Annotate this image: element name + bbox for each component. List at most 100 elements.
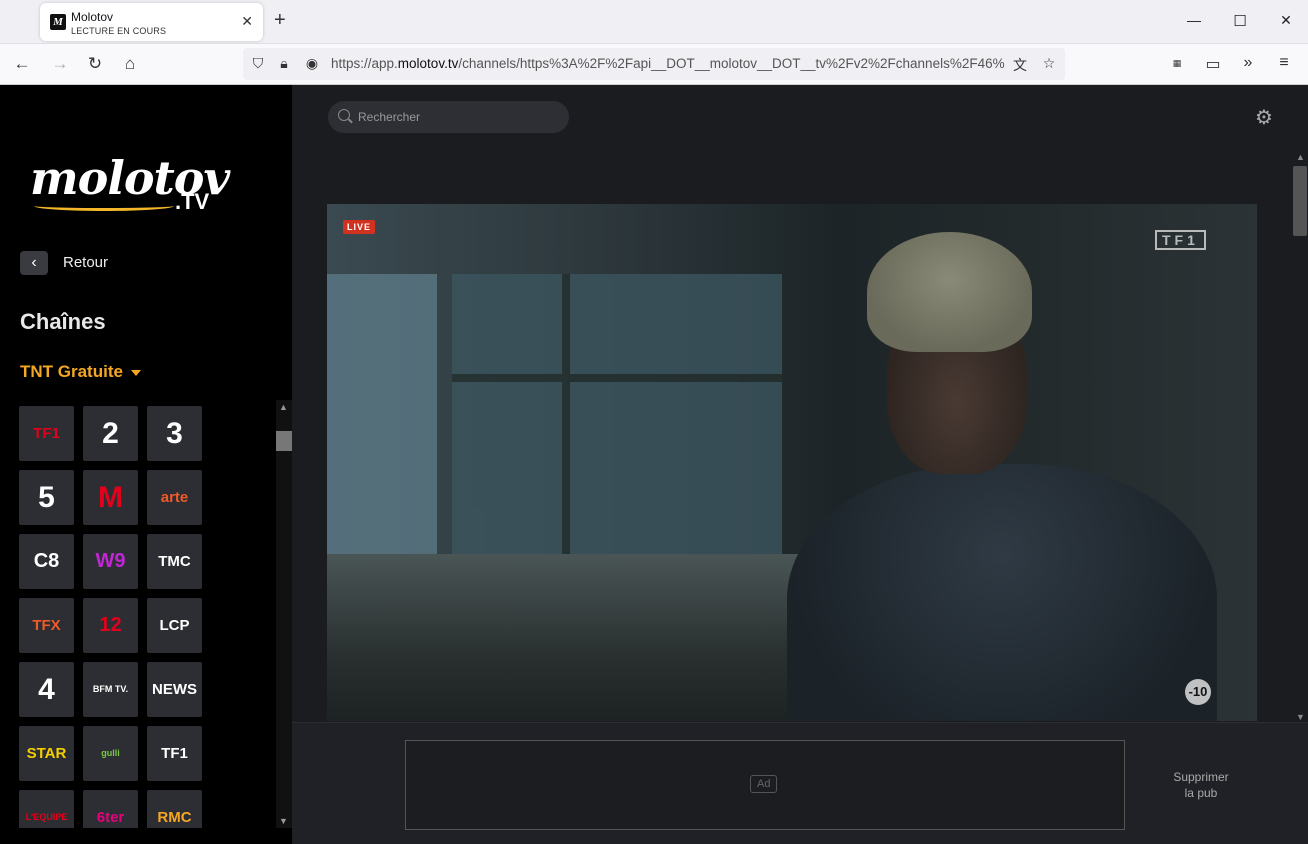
logo-tv-suffix: .TV: [175, 189, 210, 214]
remove-ad-line2: la pub: [1184, 786, 1218, 800]
channel-logo: TF1: [161, 744, 188, 762]
channel-tile[interactable]: 2: [83, 406, 138, 461]
channel-tile[interactable]: STAR: [19, 726, 74, 781]
shield-icon[interactable]: ⛉: [249, 55, 267, 72]
channel-tile[interactable]: TF1: [19, 406, 74, 461]
remove-ad-link[interactable]: Supprimer la pub: [1161, 769, 1241, 801]
channel-tile[interactable]: TMC: [147, 534, 202, 589]
channel-tile[interactable]: TFX: [19, 598, 74, 653]
age-rating-badge: -10: [1185, 679, 1211, 705]
channel-tile[interactable]: 4: [19, 662, 74, 717]
channel-logo: BFM TV.: [92, 683, 129, 694]
search-input[interactable]: Rechercher: [328, 101, 569, 133]
reload-icon[interactable]: ↻: [85, 54, 105, 74]
channel-tile[interactable]: W9: [83, 534, 138, 589]
close-tab-icon[interactable]: ✕: [241, 13, 253, 30]
overflow-chevron-icon[interactable]: »: [1237, 54, 1259, 72]
channel-tile[interactable]: TF1: [147, 726, 202, 781]
channel-grid: TF1 2 3 5 Marte C8 W9 TMC TFX 12 LCP 4 BFM TV. NEWS ST…: [19, 406, 269, 828]
channel-logo: TFX: [32, 616, 61, 634]
permissions-icon[interactable]: ◉: [303, 55, 321, 72]
channel-tile[interactable]: LCP: [147, 598, 202, 653]
molotov-favicon-icon: M: [50, 14, 66, 30]
search-icon: [338, 109, 350, 121]
category-dropdown[interactable]: TNT Gratuite: [20, 362, 141, 382]
channel-logo: RMC: [157, 808, 192, 826]
ad-tag: Ad: [750, 775, 778, 793]
extension-icon[interactable]: ▦: [1166, 58, 1188, 69]
channel-logo: L'EQUIPE: [25, 811, 68, 822]
channel-logo: LCP: [159, 616, 190, 634]
tab-title: Molotov: [71, 10, 114, 24]
home-icon[interactable]: ⌂: [120, 54, 140, 74]
channel-tile[interactable]: L'EQUIPE: [19, 790, 74, 828]
channel-logo: gulli: [101, 747, 120, 758]
search-placeholder: Rechercher: [358, 110, 421, 124]
scroll-up-icon[interactable]: ▲: [1296, 152, 1305, 162]
channel-logo: 5: [38, 480, 55, 514]
scrollbar-thumb[interactable]: [276, 431, 292, 451]
channel-logo: W9: [95, 550, 126, 572]
back-label[interactable]: Retour: [63, 254, 108, 271]
channel-logo: NEWS: [152, 680, 197, 698]
menu-hamburger-icon[interactable]: ≡: [1273, 54, 1295, 72]
channel-logo: C8: [33, 550, 60, 572]
channel-tile[interactable]: 6ter: [83, 790, 138, 828]
gear-icon[interactable]: ⚙: [1255, 105, 1273, 130]
tab-playing-status: LECTURE EN COURS: [71, 26, 167, 36]
channels-title: Chaînes: [20, 309, 106, 334]
ad-bar: Ad Supprimer la pub: [292, 722, 1308, 844]
sidebar: molotov .TV ‹ Retour Chaînes TNT Gratuit…: [0, 85, 292, 844]
logo-swoosh: [34, 201, 174, 211]
scroll-down-icon[interactable]: ▼: [1296, 712, 1305, 722]
browser-tab[interactable]: M Molotov LECTURE EN COURS ✕: [40, 3, 263, 41]
channel-tile[interactable]: RMC: [147, 790, 202, 828]
channel-tile[interactable]: arte: [147, 470, 202, 525]
lock-icon[interactable]: 🔒︎: [275, 55, 293, 72]
scroll-down-icon[interactable]: ▼: [279, 816, 288, 826]
channel-logo: 2: [102, 416, 119, 450]
chevron-left-icon: ‹: [31, 254, 37, 271]
minimize-icon[interactable]: —: [1184, 12, 1204, 28]
remove-ad-line1: Supprimer: [1173, 770, 1229, 784]
url-bar[interactable]: ⛉ 🔒︎ ◉ https://app.molotov.tv/channels/h…: [243, 48, 1065, 80]
translate-icon[interactable]: 文: [1011, 55, 1029, 75]
cast-icon[interactable]: ▭: [1202, 54, 1224, 74]
bookmark-star-icon[interactable]: ☆: [1040, 55, 1058, 72]
video-frame-window-left: [327, 274, 437, 554]
close-window-icon[interactable]: ✕: [1276, 12, 1296, 29]
video-player[interactable]: LIVE TF1 -10: [327, 204, 1257, 721]
channel-tile[interactable]: BFM TV.: [83, 662, 138, 717]
back-arrow-icon[interactable]: ←: [12, 54, 32, 74]
channel-logo: arte: [160, 488, 189, 506]
category-label: TNT Gratuite: [20, 362, 123, 381]
live-badge: LIVE: [343, 220, 376, 234]
channel-tile[interactable]: 12: [83, 598, 138, 653]
channel-tile[interactable]: 5: [19, 470, 74, 525]
channel-tile[interactable]: gulli: [83, 726, 138, 781]
main-scrollbar-thumb[interactable]: [1293, 166, 1307, 236]
channel-logo: 4: [38, 672, 55, 706]
channel-logo: TMC: [158, 552, 191, 570]
channel-logo: M: [98, 480, 123, 514]
forward-arrow-icon[interactable]: →: [50, 54, 70, 74]
channel-logo: 6ter: [96, 808, 125, 826]
channel-tile[interactable]: M: [83, 470, 138, 525]
new-tab-icon[interactable]: +: [274, 10, 286, 30]
channel-list-scrollbar[interactable]: ▲ ▼: [276, 400, 292, 828]
url-text[interactable]: https://app.molotov.tv/channels/https%3A…: [331, 56, 1007, 71]
ad-banner[interactable]: Ad: [405, 740, 1125, 830]
channel-tile[interactable]: NEWS: [147, 662, 202, 717]
back-button[interactable]: ‹: [20, 251, 48, 275]
scroll-up-icon[interactable]: ▲: [279, 402, 288, 412]
video-frame-window-center: [452, 274, 782, 554]
maximize-icon[interactable]: ☐: [1230, 12, 1250, 30]
video-frame-person-cap: [867, 232, 1032, 352]
caret-down-icon: [130, 369, 141, 376]
channel-logo: 3: [166, 416, 183, 450]
channel-tile[interactable]: 3: [147, 406, 202, 461]
channel-logo: 12: [99, 614, 122, 636]
browser-tab-bar: M Molotov LECTURE EN COURS ✕ + — ☐ ✕: [0, 0, 1308, 44]
channel-tile[interactable]: C8: [19, 534, 74, 589]
main-scrollbar[interactable]: ▲ ▼: [1292, 152, 1308, 722]
